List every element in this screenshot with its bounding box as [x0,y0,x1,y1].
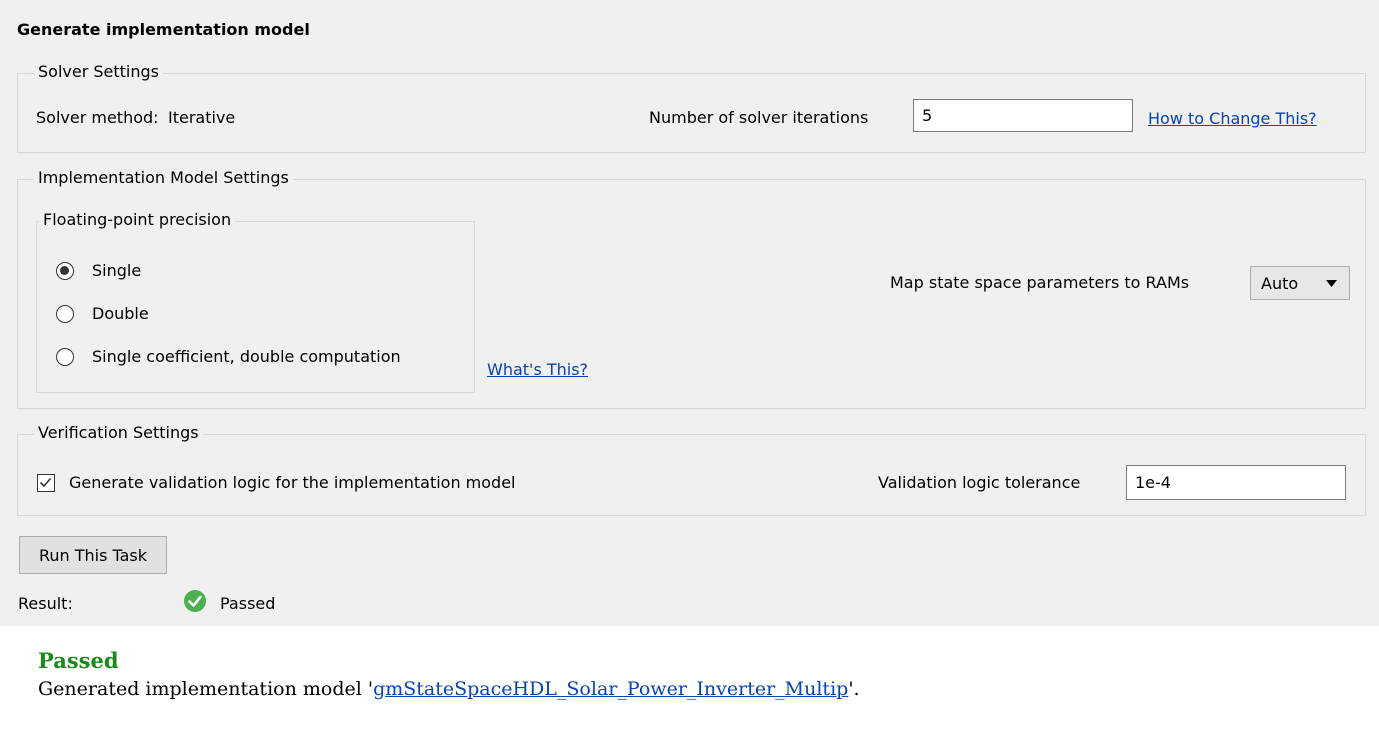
how-to-change-link[interactable]: How to Change This? [1148,109,1317,128]
report-message: Generated implementation model 'gmStateS… [38,678,860,700]
map-rams-value: Auto [1261,274,1299,293]
radio-single-coefficient-label: Single coefficient, double computation [92,347,401,366]
chevron-down-icon [1326,280,1337,287]
verification-settings-title: Verification Settings [34,422,203,444]
whats-this-link[interactable]: What's This? [487,360,588,379]
run-task-button[interactable]: Run This Task [19,536,167,574]
solver-settings-group: Solver Settings Solver method: Iterative… [17,61,1366,153]
solver-settings-title: Solver Settings [34,61,163,83]
iterations-input[interactable] [913,99,1133,132]
iterations-label: Number of solver iterations [649,108,869,127]
report-panel: Passed Generated implementation model 'g… [0,626,1379,736]
map-rams-select[interactable]: Auto [1250,266,1350,300]
report-message-suffix: '. [848,678,860,700]
precision-group: Floating-point precision Single Double S… [36,209,475,393]
validation-checkbox[interactable] [37,474,55,492]
implementation-settings-title: Implementation Model Settings [34,167,293,189]
tolerance-input[interactable] [1126,465,1346,500]
solver-method-label: Solver method: [36,108,159,127]
verification-settings-group: Verification Settings Generate validatio… [17,422,1366,516]
report-heading: Passed [38,648,119,673]
model-link[interactable]: gmStateSpaceHDL_Solar_Power_Inverter_Mul… [373,678,848,700]
precision-group-title: Floating-point precision [39,209,236,231]
result-status: Passed [220,594,276,613]
validation-checkbox-label: Generate validation logic for the implem… [69,473,516,492]
radio-double-label: Double [92,304,149,323]
radio-single-coefficient[interactable] [56,348,74,366]
check-icon [39,477,52,488]
passed-check-icon [184,590,206,612]
map-rams-label: Map state space parameters to RAMs [890,273,1190,292]
page-title: Generate implementation model [17,20,310,39]
implementation-settings-group: Implementation Model Settings Floating-p… [17,167,1366,409]
radio-single[interactable] [56,262,74,280]
solver-method-value: Iterative [168,108,236,127]
report-message-prefix: Generated implementation model ' [38,678,374,700]
tolerance-label: Validation logic tolerance [878,473,1081,492]
radio-single-label: Single [92,261,142,280]
radio-double[interactable] [56,305,74,323]
result-label: Result: [18,594,73,613]
